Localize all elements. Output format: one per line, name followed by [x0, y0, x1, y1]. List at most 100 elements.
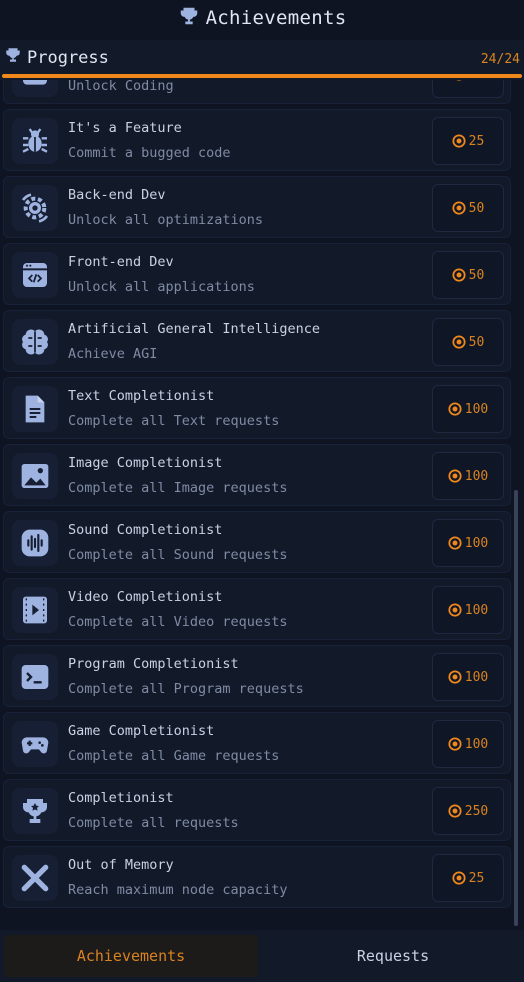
coin-icon — [452, 335, 466, 349]
bottom-tabs: Achievements Requests — [0, 930, 524, 982]
reward-badge: 50 — [432, 318, 504, 366]
gamepad-icon — [12, 721, 58, 767]
coin-icon — [448, 536, 462, 550]
reward-badge: 50 — [432, 80, 504, 98]
reward-value: 100 — [464, 736, 489, 752]
progress-bar: Progress 24/24 — [0, 40, 524, 80]
achievement-description: Complete all Text requests — [68, 413, 280, 429]
achievement-description: Unlock Coding — [68, 80, 174, 94]
coin-icon — [448, 804, 462, 818]
header: Achievements — [0, 0, 524, 36]
achievement-name: Back-end Dev — [68, 187, 166, 203]
reward-badge: 250 — [432, 787, 504, 835]
reward-value: 50 — [468, 267, 485, 283]
coin-icon — [452, 201, 466, 215]
tab-achievements[interactable]: Achievements — [4, 935, 258, 977]
achievement-description: Reach maximum node capacity — [68, 882, 288, 898]
browser-code-icon — [12, 252, 58, 298]
achievement-description: Unlock all optimizations — [68, 212, 264, 228]
achievement-item[interactable]: Game Completionist Complete all Game requ… — [3, 712, 511, 774]
document-icon — [12, 386, 58, 432]
achievement-item[interactable]: Artificial General Intelligence Achieve A… — [3, 310, 511, 372]
reward-badge: 50 — [432, 251, 504, 299]
achievement-list[interactable]: Unlock Coding 50 It's a Feature Commit a bu… — [0, 80, 524, 930]
achievement-name: Image Completionist — [68, 455, 223, 471]
reward-value: 50 — [468, 334, 485, 350]
coin-icon — [448, 737, 462, 751]
achievement-description: Complete all Video requests — [68, 614, 288, 630]
reward-value: 50 — [468, 200, 485, 216]
progress-count: 24/24 — [480, 52, 520, 67]
achievement-item[interactable]: Unlock Coding 50 — [3, 80, 511, 104]
achievement-description: Complete all requests — [68, 815, 239, 831]
x-icon — [12, 855, 58, 901]
progress-fill — [2, 74, 522, 78]
coin-icon — [448, 469, 462, 483]
reward-value: 100 — [464, 468, 489, 484]
achievement-description: Complete all Image requests — [68, 480, 288, 496]
gear-sync-icon — [12, 185, 58, 231]
achievement-description: Complete all Program requests — [68, 681, 304, 697]
achievement-item[interactable]: Video Completionist Complete all Video re… — [3, 578, 511, 640]
achievement-description: Complete all Sound requests — [68, 547, 288, 563]
sound-wave-icon — [12, 520, 58, 566]
achievement-name: Program Completionist — [68, 656, 239, 672]
tab-requests[interactable]: Requests — [266, 935, 520, 977]
trophy-icon — [4, 46, 22, 69]
achievement-item[interactable]: Completionist Complete all requests 250 — [3, 779, 511, 841]
achievement-name: Artificial General Intelligence — [68, 321, 320, 337]
reward-value: 25 — [468, 133, 485, 149]
reward-value: 100 — [464, 669, 489, 685]
reward-value: 250 — [464, 803, 489, 819]
achievement-name: Video Completionist — [68, 589, 223, 605]
reward-badge: 100 — [432, 452, 504, 500]
achievement-name: It's a Feature — [68, 120, 182, 136]
achievement-item[interactable]: Sound Completionist Complete all Sound re… — [3, 511, 511, 573]
image-icon — [12, 453, 58, 499]
reward-value: 100 — [464, 602, 489, 618]
reward-badge: 50 — [432, 184, 504, 232]
terminal-icon — [12, 654, 58, 700]
achievement-name: Text Completionist — [68, 388, 215, 404]
achievement-item[interactable]: Program Completionist Complete all Progra… — [3, 645, 511, 707]
code-icon — [12, 80, 58, 97]
coin-icon — [452, 134, 466, 148]
page-title: Achievements — [205, 7, 347, 29]
reward-value: 25 — [468, 870, 485, 886]
bug-icon — [12, 118, 58, 164]
achievement-item[interactable]: Out of Memory Reach maximum node capacity… — [3, 846, 511, 908]
achievement-item[interactable]: Image Completionist Complete all Image re… — [3, 444, 511, 506]
coin-icon — [448, 603, 462, 617]
reward-value: 100 — [464, 535, 489, 551]
achievement-description: Commit a bugged code — [68, 145, 231, 161]
coin-icon — [456, 80, 462, 81]
trophy-icon — [12, 788, 58, 834]
reward-badge: 100 — [432, 586, 504, 634]
achievement-name: Sound Completionist — [68, 522, 223, 538]
scrollbar[interactable] — [514, 490, 518, 926]
reward-badge: 25 — [432, 854, 504, 902]
coin-icon — [452, 871, 466, 885]
achievement-description: Unlock all applications — [68, 279, 255, 295]
progress-label: Progress — [27, 47, 109, 68]
achievement-item[interactable]: It's a Feature Commit a bugged code 25 — [3, 109, 511, 171]
trophy-icon — [178, 5, 200, 31]
reward-value: 50 — [469, 80, 485, 82]
reward-badge: 25 — [432, 117, 504, 165]
achievement-description: Achieve AGI — [68, 346, 158, 362]
coin-icon — [448, 402, 462, 416]
achievement-description: Complete all Game requests — [68, 748, 280, 764]
achievement-name: Game Completionist — [68, 723, 215, 739]
brain-icon — [12, 319, 58, 365]
achievement-item[interactable]: Back-end Dev Unlock all optimizations 50 — [3, 176, 511, 238]
coin-icon — [452, 268, 466, 282]
reward-badge: 100 — [432, 385, 504, 433]
achievement-name: Out of Memory — [68, 857, 174, 873]
achievement-name: Completionist — [68, 790, 174, 806]
reward-badge: 100 — [432, 519, 504, 567]
video-icon — [12, 587, 58, 633]
achievement-item[interactable]: Front-end Dev Unlock all applications 50 — [3, 243, 511, 305]
achievement-name: Front-end Dev — [68, 254, 174, 270]
reward-badge: 100 — [432, 653, 504, 701]
achievement-item[interactable]: Text Completionist Complete all Text requ… — [3, 377, 511, 439]
